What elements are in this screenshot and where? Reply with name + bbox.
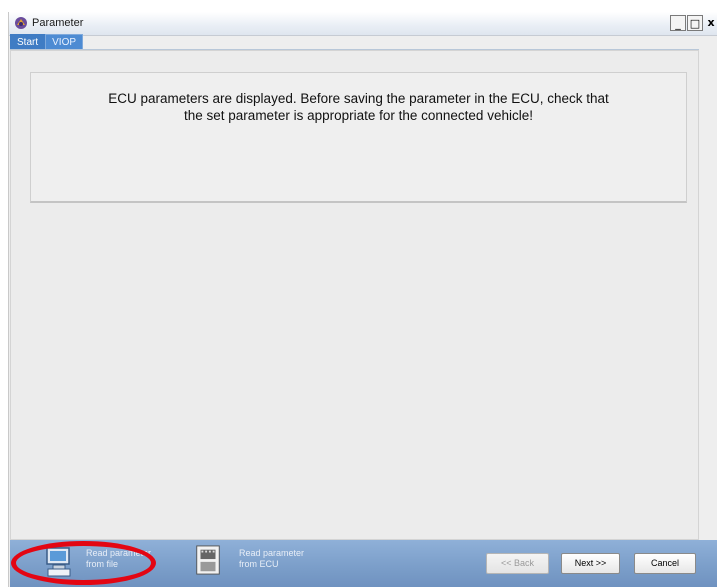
read-from-ecu-line-1: Read parameter — [239, 548, 305, 558]
minimize-button[interactable]: _ — [670, 15, 686, 31]
tab-bar: Start VIOP — [10, 34, 84, 50]
cancel-button[interactable]: Cancel — [634, 553, 696, 574]
maximize-button[interactable]: □ — [687, 15, 703, 31]
next-button[interactable]: Next >> — [561, 553, 620, 574]
back-button[interactable]: << Back — [486, 553, 549, 574]
info-box: ECU parameters are displayed. Before sav… — [30, 72, 687, 203]
info-line-2: the set parameter is appropriate for the… — [184, 108, 533, 123]
ecu-icon[interactable] — [195, 545, 221, 575]
info-message: ECU parameters are displayed. Before sav… — [51, 90, 666, 124]
app-icon — [15, 17, 27, 29]
read-from-ecu-line-2: from ECU — [239, 559, 279, 569]
tab-start[interactable]: Start — [10, 34, 46, 50]
window-controls: _ □ x — [670, 15, 717, 31]
read-from-ecu-button[interactable]: Read parameter from ECU — [239, 548, 304, 570]
close-button[interactable]: x — [704, 15, 717, 31]
info-line-1: ECU parameters are displayed. Before sav… — [108, 91, 609, 106]
title-bar[interactable]: Parameter _ □ x — [9, 12, 717, 36]
tab-viop[interactable]: VIOP — [45, 34, 84, 50]
window-title: Parameter — [32, 17, 84, 29]
highlight-circle — [11, 541, 156, 585]
